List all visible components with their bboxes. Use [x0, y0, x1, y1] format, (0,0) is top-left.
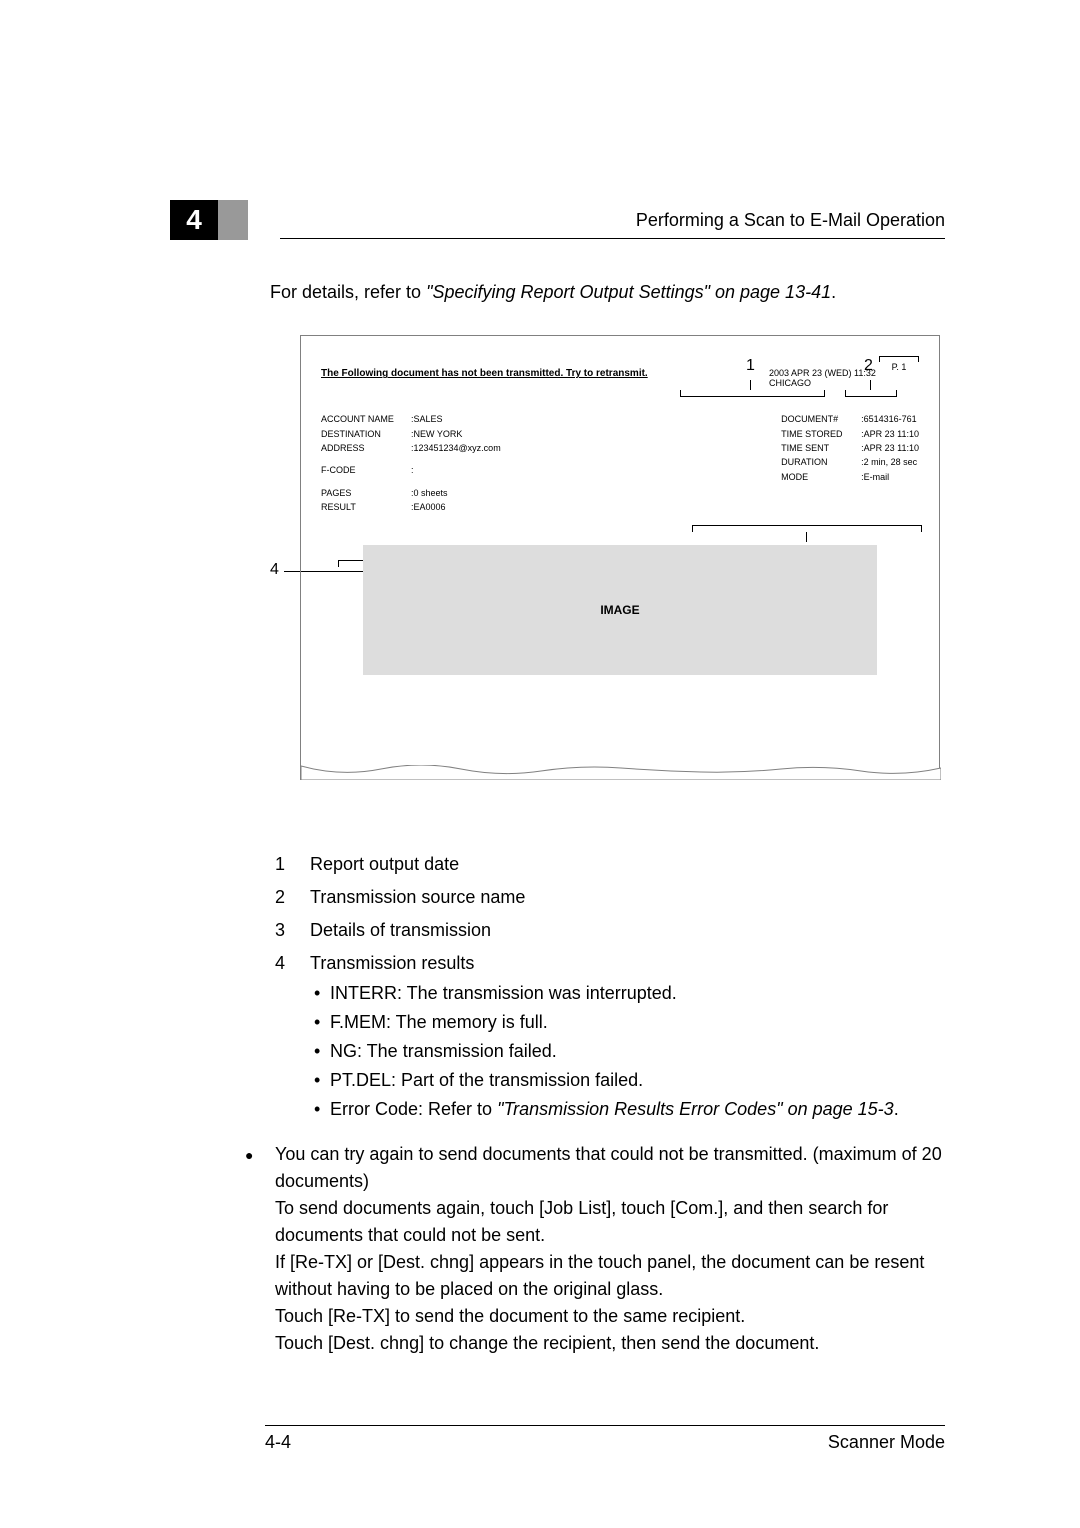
- lbl-result: RESULT: [321, 500, 411, 514]
- lbl-duration: DURATION: [781, 455, 861, 469]
- report-heading: The Following document has not been tran…: [321, 368, 648, 379]
- report-image-placeholder: IMAGE: [363, 545, 877, 675]
- lbl-docnum: DOCUMENT#: [781, 412, 861, 426]
- intro-paragraph: For details, refer to "Specifying Report…: [270, 280, 960, 305]
- legend-4-sublist: INTERR: The transmission was interrupted…: [310, 979, 960, 1123]
- lbl-address: ADDRESS: [321, 441, 411, 455]
- legend-num-1: 1: [275, 850, 310, 879]
- val-destination: :NEW YORK: [411, 427, 462, 441]
- legend-text-1: Report output date: [310, 850, 459, 879]
- note-text: You can try again to send documents that…: [275, 1141, 950, 1357]
- report-body: The Following document has not been tran…: [301, 336, 939, 674]
- val-address: :123451234@xyz.com: [411, 441, 501, 455]
- note-paragraph: ● You can try again to send documents th…: [245, 1141, 950, 1357]
- legend-item-4: 4 Transmission results INTERR: The trans…: [275, 949, 960, 1124]
- legend-num-2: 2: [275, 883, 310, 912]
- sub-fmem: F.MEM: The memory is full.: [310, 1008, 960, 1037]
- lbl-pages: PAGES: [321, 486, 411, 500]
- sub-error-prefix: Error Code: Refer to: [330, 1099, 497, 1119]
- val-pages: :0 sheets: [411, 486, 448, 500]
- val-duration: :2 min, 28 sec: [861, 455, 917, 469]
- callout-4: 4: [270, 561, 279, 579]
- legend-text-3: Details of transmission: [310, 916, 491, 945]
- report-page-tag-box: P. 1: [879, 356, 919, 372]
- intro-suffix: .: [831, 282, 836, 302]
- val-result: :EA0006: [411, 500, 446, 514]
- val-time-sent: :APR 23 11:10: [861, 441, 919, 455]
- report-fields: ACCOUNT NAME:SALES DESTINATION:NEW YORK …: [321, 392, 919, 514]
- footer-divider: [265, 1425, 945, 1426]
- report-page-number: P. 1: [879, 362, 919, 372]
- callout-legend: 1 Report output date 2 Transmission sour…: [275, 850, 960, 1123]
- report-diagram: 1 2 3 4 P. 1 The Following document has …: [250, 335, 960, 795]
- image-placeholder-label: IMAGE: [600, 603, 639, 617]
- footer-page-number: 4-4: [265, 1432, 291, 1453]
- intro-reference: "Specifying Report Output Settings" on p…: [426, 282, 831, 302]
- sub-error-ref: "Transmission Results Error Codes" on pa…: [497, 1099, 894, 1119]
- sub-error-suffix: .: [894, 1099, 899, 1119]
- report-location: CHICAGO: [769, 378, 919, 388]
- sub-ng: NG: The transmission failed.: [310, 1037, 960, 1066]
- lbl-time-stored: TIME STORED: [781, 427, 861, 441]
- chapter-number: 4: [186, 204, 202, 236]
- val-account-name: :SALES: [411, 412, 443, 426]
- legend-text-4: Transmission results: [310, 949, 474, 978]
- report-left-fields: ACCOUNT NAME:SALES DESTINATION:NEW YORK …: [321, 412, 501, 514]
- torn-edge-icon: [301, 765, 941, 780]
- report-heading-wrap: The Following document has not been tran…: [321, 368, 757, 388]
- chapter-badge-accent: [218, 200, 248, 240]
- legend-num-3: 3: [275, 916, 310, 945]
- lbl-destination: DESTINATION: [321, 427, 411, 441]
- sub-ptdel: PT.DEL: Part of the transmission failed.: [310, 1066, 960, 1095]
- sub-interr: INTERR: The transmission was interrupted…: [310, 979, 960, 1008]
- val-fcode: :: [411, 463, 414, 477]
- intro-prefix: For details, refer to: [270, 282, 426, 302]
- header-divider: [280, 238, 945, 239]
- lbl-time-sent: TIME SENT: [781, 441, 861, 455]
- lbl-fcode: F-CODE: [321, 463, 411, 477]
- report-top-row: The Following document has not been tran…: [321, 368, 919, 388]
- val-docnum: :6514316-761: [861, 412, 917, 426]
- sub-error-code: Error Code: Refer to "Transmission Resul…: [310, 1095, 960, 1124]
- legend-item-3: 3 Details of transmission: [275, 916, 960, 945]
- legend-item-1: 1 Report output date: [275, 850, 960, 879]
- bullet-icon: ●: [245, 1141, 275, 1357]
- val-mode: :E-mail: [861, 470, 889, 484]
- val-time-stored: :APR 23 11:10: [861, 427, 919, 441]
- lbl-mode: MODE: [781, 470, 861, 484]
- legend-item-2: 2 Transmission source name: [275, 883, 960, 912]
- footer-mode: Scanner Mode: [828, 1432, 945, 1453]
- lbl-account-name: ACCOUNT NAME: [321, 412, 411, 426]
- legend-num-4: 4: [275, 949, 310, 978]
- legend-text-2: Transmission source name: [310, 883, 525, 912]
- page-header-title: Performing a Scan to E-Mail Operation: [636, 210, 945, 231]
- chapter-number-badge: 4: [170, 200, 218, 240]
- report-right-fields: DOCUMENT#:6514316-761 TIME STORED:APR 23…: [781, 412, 919, 514]
- report-preview: P. 1 The Following document has not been…: [300, 335, 940, 780]
